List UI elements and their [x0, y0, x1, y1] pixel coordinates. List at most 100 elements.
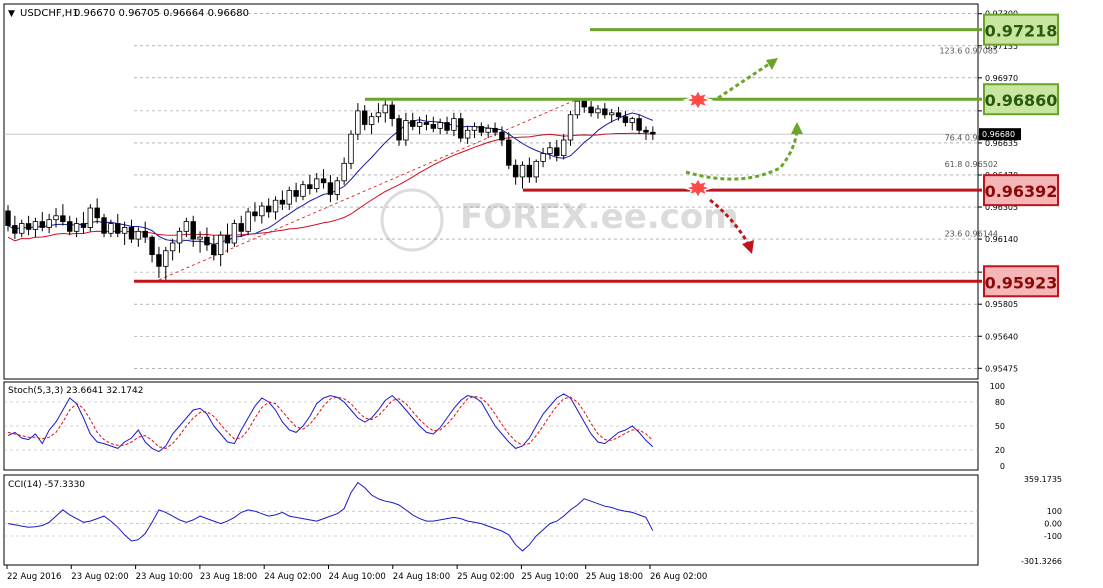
candle[interactable]: [279, 199, 286, 205]
candle[interactable]: [355, 110, 361, 135]
candle[interactable]: [101, 217, 107, 234]
candle[interactable]: [19, 223, 25, 234]
candle[interactable]: [437, 122, 443, 129]
candle[interactable]: [574, 100, 581, 116]
candle[interactable]: [5, 210, 11, 226]
candle[interactable]: [410, 120, 416, 127]
candle[interactable]: [396, 118, 402, 141]
candle[interactable]: [506, 139, 512, 166]
candle[interactable]: [238, 223, 244, 232]
candle[interactable]: [94, 207, 100, 219]
candle[interactable]: [547, 147, 553, 155]
candle[interactable]: [156, 254, 162, 267]
candle[interactable]: [423, 122, 430, 125]
candle[interactable]: [403, 120, 409, 141]
candle[interactable]: [458, 118, 464, 139]
current-price-label: 0.96680: [982, 130, 1015, 139]
candle[interactable]: [211, 244, 217, 256]
candle[interactable]: [430, 124, 437, 129]
candle[interactable]: [217, 234, 224, 256]
candle[interactable]: [67, 221, 73, 232]
candle[interactable]: [231, 223, 238, 244]
candle[interactable]: [519, 164, 526, 178]
candle[interactable]: [389, 104, 395, 120]
candle[interactable]: [554, 147, 560, 156]
candle[interactable]: [643, 129, 649, 133]
candle[interactable]: [327, 182, 334, 195]
candle[interactable]: [362, 110, 368, 125]
candle[interactable]: [560, 139, 567, 156]
candle[interactable]: [485, 127, 491, 133]
candle[interactable]: [313, 178, 320, 189]
x-axis-label: 25 Aug 02:00: [457, 572, 514, 582]
candle[interactable]: [197, 236, 203, 240]
trading-chart[interactable]: FOREX.ee.com 123.6 0.9708576.4 0.9663861…: [0, 0, 1103, 588]
candle[interactable]: [108, 223, 114, 234]
candle[interactable]: [608, 112, 615, 116]
candle[interactable]: [307, 184, 313, 189]
candle[interactable]: [53, 215, 59, 221]
candle[interactable]: [368, 116, 375, 125]
candle[interactable]: [615, 112, 622, 118]
candle[interactable]: [636, 118, 642, 131]
candle[interactable]: [87, 207, 94, 228]
candle[interactable]: [32, 221, 39, 230]
candle[interactable]: [499, 131, 505, 141]
candle[interactable]: [341, 162, 347, 182]
candle[interactable]: [300, 184, 306, 197]
candle[interactable]: [73, 223, 80, 232]
candle[interactable]: [416, 122, 423, 127]
candle[interactable]: [142, 230, 148, 238]
candle[interactable]: [650, 131, 656, 135]
cci-panel[interactable]: [3, 474, 979, 566]
candle[interactable]: [190, 221, 196, 240]
candle[interactable]: [478, 126, 485, 133]
candle[interactable]: [492, 127, 498, 133]
candle[interactable]: [375, 112, 382, 118]
candle[interactable]: [135, 230, 142, 240]
candle[interactable]: [602, 108, 608, 116]
candle[interactable]: [382, 104, 388, 114]
candle[interactable]: [259, 205, 265, 217]
candle[interactable]: [39, 221, 45, 228]
candle[interactable]: [128, 227, 135, 240]
candle[interactable]: [622, 116, 629, 123]
candle[interactable]: [540, 153, 546, 162]
candle[interactable]: [451, 118, 457, 131]
candle[interactable]: [595, 108, 601, 114]
candle[interactable]: [444, 122, 450, 131]
candle[interactable]: [149, 236, 155, 256]
candle[interactable]: [629, 118, 635, 123]
candle[interactable]: [512, 164, 519, 178]
candle[interactable]: [25, 223, 32, 230]
y-axis-label: 0.96635: [985, 139, 1018, 148]
candle[interactable]: [464, 129, 471, 139]
candle[interactable]: [471, 126, 478, 131]
candle[interactable]: [581, 100, 587, 108]
candle[interactable]: [348, 133, 354, 164]
candle[interactable]: [293, 190, 299, 197]
candle[interactable]: [169, 242, 176, 252]
candle[interactable]: [46, 219, 52, 228]
candle[interactable]: [60, 215, 66, 223]
candle[interactable]: [334, 180, 340, 195]
candle[interactable]: [252, 211, 258, 217]
candle[interactable]: [265, 205, 272, 213]
candle[interactable]: [204, 236, 210, 246]
candle[interactable]: [533, 160, 539, 178]
candle[interactable]: [272, 199, 279, 213]
candle[interactable]: [176, 230, 183, 244]
candle[interactable]: [115, 223, 121, 234]
candle[interactable]: [12, 225, 18, 234]
candle[interactable]: [245, 211, 251, 232]
candle[interactable]: [588, 106, 594, 114]
candle[interactable]: [526, 164, 533, 178]
candle[interactable]: [183, 221, 190, 232]
candle[interactable]: [567, 114, 574, 141]
candle[interactable]: [163, 250, 169, 267]
candle[interactable]: [121, 227, 128, 234]
candle[interactable]: [80, 223, 87, 228]
candle[interactable]: [286, 190, 292, 205]
candle[interactable]: [320, 178, 327, 184]
candle[interactable]: [224, 234, 231, 244]
